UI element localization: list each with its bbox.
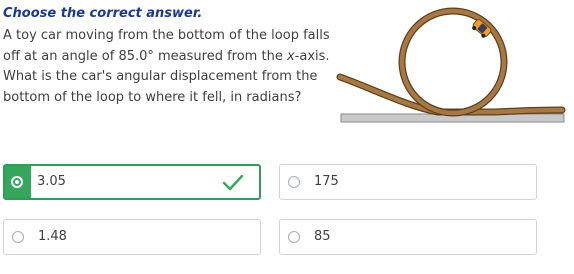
track-ramp-left-fill: [337, 74, 463, 115]
answer-label-a: 3.05: [37, 174, 66, 189]
answer-option-d[interactable]: 85: [279, 219, 537, 255]
radio-button-b[interactable]: [288, 176, 300, 188]
answer-label-b: 175: [314, 174, 339, 189]
answer-option-a[interactable]: 3.05: [3, 164, 261, 200]
question-text-part1: A toy car moving from the bottom of the …: [3, 28, 330, 64]
instruction-text: Choose the correct answer.: [3, 6, 203, 21]
track-loop-fill: [399, 8, 507, 116]
answer-option-c[interactable]: 1.48: [3, 219, 261, 255]
question-text: A toy car moving from the bottom of the …: [3, 26, 343, 108]
answer-label-c: 1.48: [38, 229, 67, 244]
answer-option-b[interactable]: 175: [279, 164, 537, 200]
radio-button-a[interactable]: [11, 176, 23, 188]
radio-button-c[interactable]: [12, 231, 24, 243]
loop-track-figure: [336, 7, 566, 123]
answer-label-d: 85: [314, 229, 331, 244]
radio-button-d[interactable]: [288, 231, 300, 243]
checkmark-icon: [222, 174, 244, 191]
question-variable: x: [286, 48, 295, 64]
